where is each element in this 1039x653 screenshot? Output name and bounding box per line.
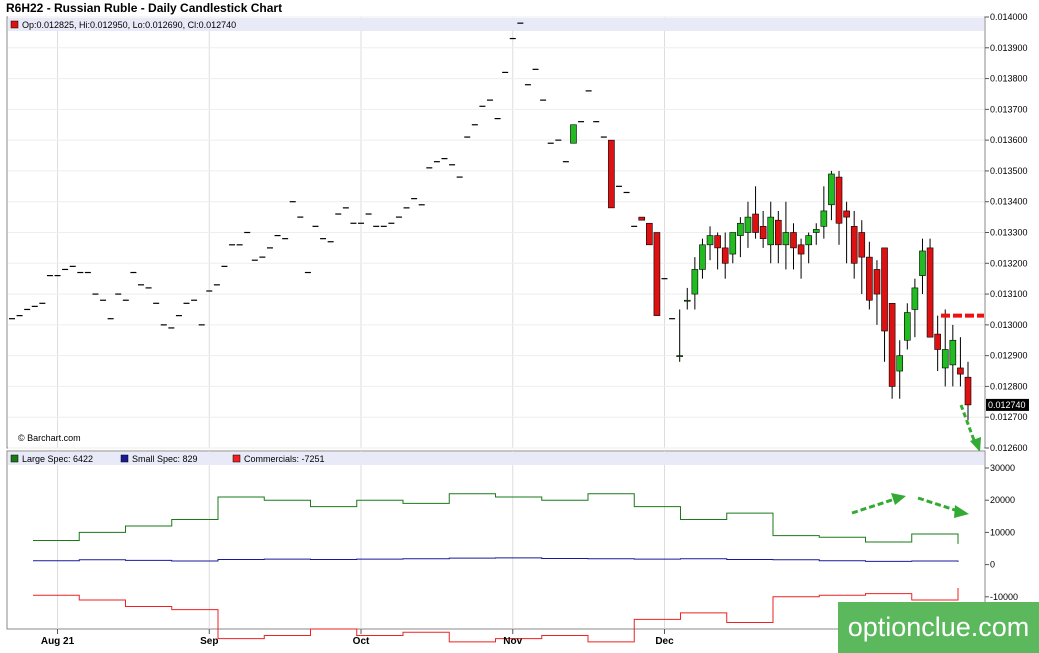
candle-body-up — [820, 210, 828, 227]
price-tick-label: 0.014000 — [990, 12, 1028, 22]
candle-body-up — [919, 250, 926, 276]
candle-body-down — [858, 232, 866, 258]
candle-body-up — [570, 124, 577, 144]
cot-tick-label: 20000 — [990, 495, 1015, 505]
candle-body-down — [964, 376, 972, 406]
copyright-text: © Barchart.com — [18, 433, 81, 443]
candle-body-down — [608, 139, 615, 209]
candle-body-up — [904, 312, 911, 341]
x-month-label: Oct — [353, 636, 370, 647]
x-month-label: Nov — [503, 636, 522, 647]
x-month-label: Aug 21 — [41, 636, 75, 647]
price-tick-label: 0.012600 — [990, 443, 1028, 453]
cot-legend-swatch — [10, 454, 19, 463]
candle-body-down — [714, 235, 721, 249]
candle-body-up — [949, 339, 957, 366]
price-tick-label: 0.013700 — [990, 104, 1028, 114]
cot-tick-label: 30000 — [990, 463, 1015, 473]
price-tick-label: 0.013500 — [990, 166, 1028, 176]
candle-body-down — [638, 216, 646, 221]
candle-body-up — [911, 287, 919, 310]
candle-body-up — [744, 216, 752, 233]
last-price-label: 0.012740 — [988, 400, 1026, 410]
candle-body-up — [767, 216, 775, 246]
candle-body-down — [881, 247, 888, 332]
price-tick-label: 0.013900 — [990, 43, 1028, 53]
candle-body-up — [699, 244, 706, 270]
price-tick-label: 0.012700 — [990, 412, 1028, 422]
candle-body-up — [828, 173, 835, 206]
candle-body-up — [706, 235, 714, 246]
candle-body-down — [926, 247, 934, 338]
candle-body-up — [676, 355, 683, 357]
candle-body-down — [850, 226, 858, 264]
x-month-label: Dec — [655, 636, 674, 647]
chart-root: R6H22 - Russian Ruble - Daily Candlestic… — [6, 1, 1029, 647]
cot-tick-label: -10000 — [990, 592, 1018, 602]
price-tick-label: 0.013400 — [990, 197, 1028, 207]
cot-tick-label: 0 — [990, 560, 995, 570]
candle-body-down — [790, 232, 797, 249]
x-month-label: Sep — [200, 636, 218, 647]
cot-legend-label: Large Spec: 6422 — [22, 454, 93, 464]
cot-legend: Large Spec: 6422 Small Spec: 829 Commercia… — [10, 454, 325, 464]
candle-body-down — [835, 176, 843, 224]
price-tick-label: 0.012900 — [990, 351, 1028, 361]
candle-body-up — [812, 229, 820, 233]
candle — [638, 216, 646, 221]
candle-body-down — [866, 256, 873, 301]
candle-body-up — [805, 235, 812, 246]
price-tick-label: 0.012800 — [990, 381, 1028, 391]
candle-body-down — [721, 247, 729, 264]
ohlc-legend-text: Op:0.012825, Hi:0.012950, Lo:0.012690, C… — [22, 20, 236, 30]
price-tick-label: 0.013600 — [990, 135, 1028, 145]
candle-body-up — [782, 232, 790, 246]
candle — [888, 303, 896, 399]
price-tick-label: 0.013800 — [990, 74, 1028, 84]
candle — [646, 222, 653, 246]
candle — [926, 238, 934, 338]
candle-body-down — [888, 303, 896, 387]
candle — [653, 232, 661, 316]
x-axis: Aug 21 Sep Oct Nov Dec — [41, 629, 674, 647]
candle-body-down — [775, 219, 782, 246]
candle-body-down — [957, 367, 964, 375]
candle — [608, 139, 615, 209]
price-y-axis: 0.012600 0.012700 0.012800 0.012900 0.013000… — [985, 12, 1028, 453]
candle-body-down — [752, 213, 759, 233]
candle — [570, 124, 577, 144]
candle-body-up — [737, 222, 744, 236]
candle-body-down — [934, 333, 941, 350]
candle-body-up — [729, 232, 737, 255]
candle-body-down — [797, 244, 805, 255]
chart-title: R6H22 - Russian Ruble - Daily Candlestic… — [6, 1, 282, 15]
candle-body-up — [683, 299, 691, 302]
cot-legend-swatch — [232, 454, 241, 463]
candle-body-up — [896, 355, 904, 372]
price-tick-label: 0.013100 — [990, 289, 1028, 299]
price-tick-label: 0.013300 — [990, 228, 1028, 238]
cot-legend-label: Small Spec: 829 — [132, 454, 198, 464]
cot-legend-label: Commercials: -7251 — [244, 454, 325, 464]
watermark-badge: optionclue.com — [838, 602, 1039, 653]
cot-tick-label: 10000 — [990, 527, 1015, 537]
candle-body-down — [759, 226, 767, 239]
price-tick-label: 0.013000 — [990, 320, 1028, 330]
price-panel: Op:0.012825, Hi:0.012950, Lo:0.012690, C… — [6, 12, 1029, 453]
price-tick-label: 0.013200 — [990, 258, 1028, 268]
candle-body-down — [873, 269, 881, 295]
candle-body-up — [941, 349, 949, 369]
candle-body-down — [843, 210, 850, 218]
ohlc-legend-swatch — [10, 20, 19, 29]
candle-body-down — [646, 222, 653, 246]
candle-body-down — [653, 232, 661, 316]
candle-body-up — [691, 269, 699, 295]
cot-legend-swatch — [120, 454, 129, 463]
